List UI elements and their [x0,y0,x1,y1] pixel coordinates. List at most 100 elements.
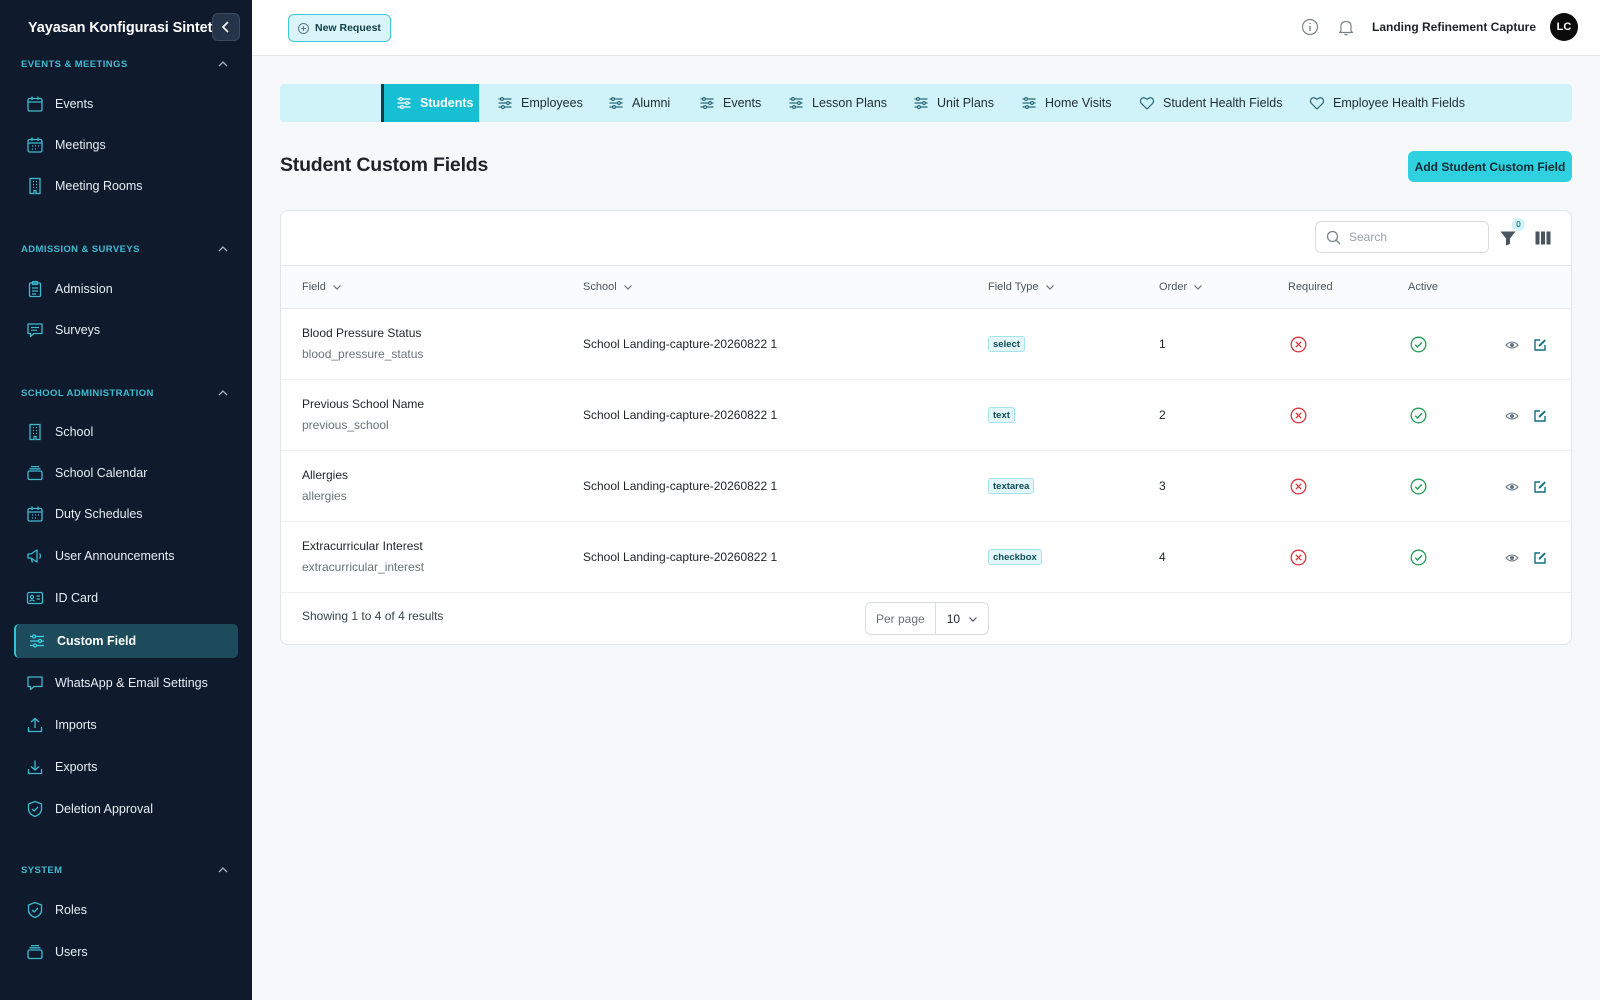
column-header-field-type[interactable]: Field Type [988,266,1055,308]
stack-icon [25,942,45,962]
tab-home-visits[interactable]: Home Visits [1021,84,1111,122]
sidebar-item-school[interactable]: School [14,415,238,449]
column-label: School [583,281,617,293]
sidebar-item-meeting-rooms[interactable]: Meeting Rooms [14,169,238,203]
columns-icon[interactable] [1534,229,1552,247]
field-type-badge: checkbox [988,549,1042,565]
avatar[interactable]: LC [1550,13,1578,41]
tab-unit-plans[interactable]: Unit Plans [913,84,994,122]
download-icon [25,757,45,777]
school-cell: School Landing-capture-20260822 1 [583,550,778,564]
edit-icon[interactable] [1533,409,1547,423]
sidebar-item-imports[interactable]: Imports [14,708,238,742]
tab-employee-health-fields[interactable]: Employee Health Fields [1309,84,1465,122]
search-box[interactable] [1315,221,1489,253]
section-admission-surveys[interactable]: ADMISSION & SURVEYS [0,239,252,259]
order-cell: 3 [1159,479,1166,493]
new-request-button[interactable]: New Request [288,14,391,42]
sidebar-item-custom-field[interactable]: Custom Field [14,624,238,658]
sidebar-item-label: Events [55,97,94,111]
filter-count-badge: 0 [1512,218,1525,231]
edit-icon[interactable] [1533,551,1547,565]
filter-icon[interactable] [1499,229,1517,247]
chevron-up-icon [218,390,228,396]
tab-student-health-fields[interactable]: Student Health Fields [1139,84,1283,122]
column-header-order[interactable]: Order [1159,266,1203,308]
search-input[interactable] [1349,230,1479,244]
order-cell: 1 [1159,337,1166,351]
sidebar-item-users[interactable]: Users [14,935,238,969]
eye-icon[interactable] [1505,480,1519,494]
heart-icon [1139,95,1155,111]
column-header-school[interactable]: School [583,266,633,308]
brand-title: Yayasan Konfigurasi Sintetis [28,19,225,36]
eye-icon[interactable] [1505,409,1519,423]
sidebar-item-surveys[interactable]: Surveys [14,313,238,347]
section-label: EVENTS & MEETINGS [21,58,128,70]
section-events-meetings[interactable]: EVENTS & MEETINGS [0,54,252,74]
chevron-down-icon [969,616,977,622]
per-page-value[interactable]: 10 [936,612,988,626]
custom-field-tabs: Students Employees Alumni Events Lesson … [280,84,1572,122]
bell-icon[interactable] [1336,17,1356,37]
shield-check-icon [25,900,45,920]
column-header-field[interactable]: Field [302,266,342,308]
field-cell: Extracurricular Interest extracurricular… [302,539,424,574]
clipboard-icon [25,279,45,299]
calendar-grid-icon [25,135,45,155]
eye-icon[interactable] [1505,551,1519,565]
tab-label: Employees [521,96,583,110]
tab-alumni[interactable]: Alumni [608,84,670,122]
sidebar-item-school-calendar[interactable]: School Calendar [14,456,238,490]
sidebar-item-user-announcements[interactable]: User Announcements [14,539,238,573]
column-label: Order [1159,281,1188,293]
table-row[interactable]: Extracurricular Interest extracurricular… [281,522,1571,593]
tab-label: Unit Plans [937,96,994,110]
per-page-label: Per page [866,603,936,634]
eye-icon[interactable] [1505,338,1519,352]
field-cell: Blood Pressure Status blood_pressure_sta… [302,326,423,361]
edit-icon[interactable] [1533,480,1547,494]
section-system[interactable]: SYSTEM [0,860,252,880]
add-student-custom-field-button[interactable]: Add Student Custom Field [1408,151,1572,182]
field-name: Extracurricular Interest [302,539,423,553]
collapse-sidebar-button[interactable] [212,13,240,41]
search-icon [1326,230,1341,244]
tab-events[interactable]: Events [699,84,761,122]
field-key: extracurricular_interest [302,560,425,574]
sidebar-item-duty-schedules[interactable]: Duty Schedules [14,497,238,531]
sidebar-item-whatsapp-email-settings[interactable]: WhatsApp & Email Settings [14,666,238,700]
sidebar-item-admission[interactable]: Admission [14,272,238,306]
column-label: Active [1408,281,1438,293]
tab-employees[interactable]: Employees [497,84,583,122]
sidebar-item-events[interactable]: Events [14,87,238,121]
table-row[interactable]: Previous School Name previous_school Sch… [281,380,1571,451]
chevron-up-icon [218,867,228,873]
sidebar-item-exports[interactable]: Exports [14,750,238,784]
sidebar-item-id-card[interactable]: ID Card [14,581,238,615]
order-cell: 2 [1159,408,1166,422]
field-cell: Previous School Name previous_school [302,397,424,432]
check-circle-icon [1410,336,1427,353]
table-row[interactable]: Allergies allergies School Landing-captu… [281,451,1571,522]
user-name[interactable]: Landing Refinement Capture [1372,20,1536,34]
topbar-right: Landing Refinement Capture LC [1300,13,1578,41]
sidebar-item-label: WhatsApp & Email Settings [55,676,208,690]
plus-circle-icon [298,22,309,34]
sidebar-item-deletion-approval[interactable]: Deletion Approval [14,792,238,826]
sidebar-item-label: Exports [55,760,98,774]
tab-lesson-plans[interactable]: Lesson Plans [788,84,887,122]
table-row[interactable]: Blood Pressure Status blood_pressure_sta… [281,309,1571,380]
per-page-select[interactable]: Per page 10 [865,602,990,635]
megaphone-icon [25,546,45,566]
sidebar-item-meetings[interactable]: Meetings [14,128,238,162]
building-icon [25,176,45,196]
sidebar-item-roles[interactable]: Roles [14,893,238,927]
field-type-badge: text [988,407,1015,423]
info-icon[interactable] [1300,17,1320,37]
edit-icon[interactable] [1533,338,1547,352]
tab-students[interactable]: Students [381,84,479,122]
section-school-administration[interactable]: SCHOOL ADMINISTRATION [0,383,252,403]
section-label: SYSTEM [21,864,63,876]
sidebar-item-label: Duty Schedules [55,507,143,521]
